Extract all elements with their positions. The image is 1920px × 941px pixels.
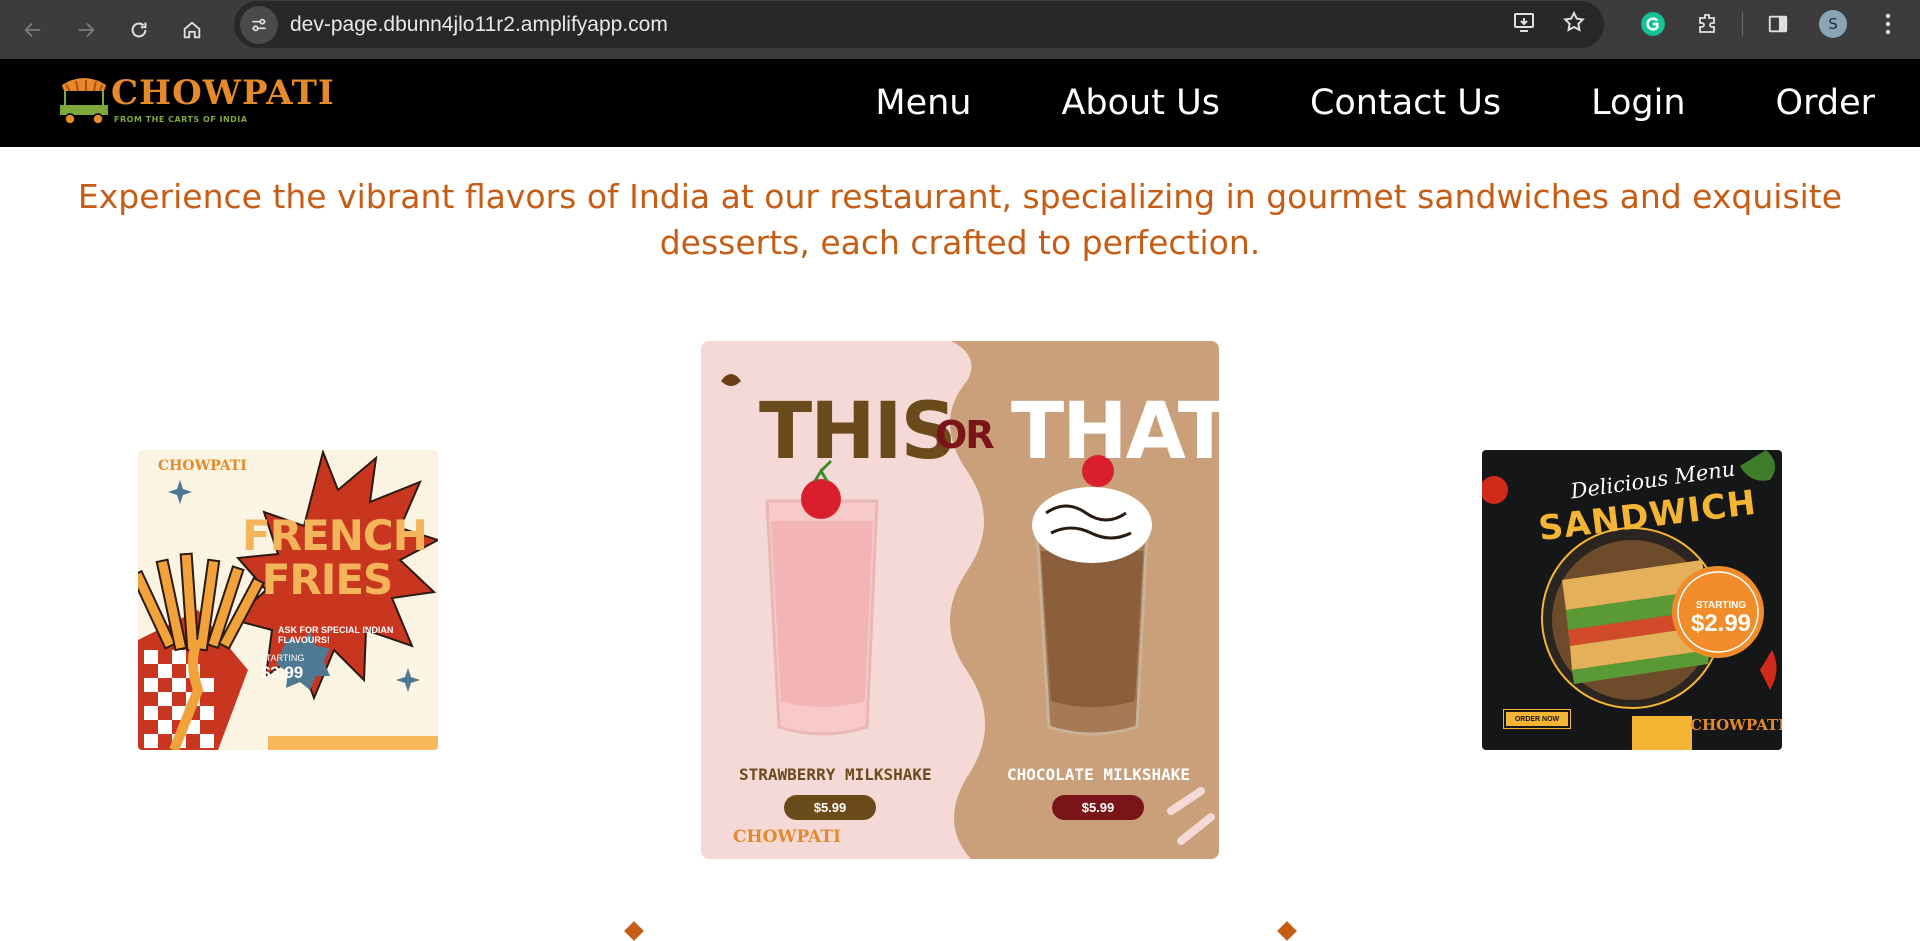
shake-this-word: THIS <box>759 387 957 477</box>
browser-toolbar: dev-page.dbunn4jlo11r2.amplifyapp.com S <box>0 0 1920 59</box>
chocolate-shake-price: $5.99 <box>1052 795 1144 820</box>
section-marker-left <box>624 921 644 941</box>
shake-or-word: OR <box>935 413 995 457</box>
nav-menu[interactable]: Menu <box>875 83 971 123</box>
site-info-icon[interactable] <box>240 5 278 44</box>
bookmark-star-icon[interactable] <box>1562 10 1586 39</box>
shake-logo: CHOWPATI <box>733 827 841 847</box>
fries-logo: CHOWPATI <box>158 458 247 474</box>
milkshake-promo[interactable]: THIS OR THAT STRAWBERRY MILKSHAKE CHOCOL… <box>701 341 1219 859</box>
reload-icon[interactable] <box>119 10 159 50</box>
toolbar-divider <box>1742 12 1743 36</box>
fries-starting-label: STARTING <box>259 653 305 663</box>
food-cart-icon <box>60 78 108 125</box>
fries-price: $3.99 <box>260 663 304 682</box>
back-icon[interactable] <box>13 10 53 50</box>
more-menu-icon[interactable] <box>1868 4 1908 44</box>
sandwich-promo[interactable]: Delicious Menu SANDWICH STARTING $2.99 O… <box>1482 450 1782 750</box>
fries-note: ASK FOR SPECIAL INDIAN FLAVOURS! <box>278 625 394 645</box>
strawberry-shake-price: $5.99 <box>784 795 876 820</box>
site-navbar: CHOWPATI FROM THE CARTS OF INDIA Menu Ab… <box>0 59 1920 147</box>
logo-name: CHOWPATI <box>111 73 335 113</box>
fries-title: FRENCH FRIES <box>242 511 428 604</box>
extensions-icon[interactable] <box>1688 4 1728 44</box>
site-logo[interactable]: CHOWPATI FROM THE CARTS OF INDIA <box>56 71 334 133</box>
sandwich-logo: CHOWPATI <box>1690 716 1782 734</box>
address-bar[interactable]: dev-page.dbunn4jlo11r2.amplifyapp.com <box>234 1 1604 48</box>
forward-icon[interactable] <box>66 10 106 50</box>
section-marker-right <box>1277 921 1297 941</box>
nav-contact-us[interactable]: Contact Us <box>1310 83 1501 123</box>
avatar: S <box>1819 10 1847 38</box>
main-nav: Menu About Us Contact Us Login Order <box>875 59 1875 147</box>
nav-login[interactable]: Login <box>1591 83 1685 123</box>
nav-about-us[interactable]: About Us <box>1061 83 1219 123</box>
sandwich-price: $2.99 <box>1690 610 1752 637</box>
install-app-icon[interactable] <box>1512 10 1536 39</box>
strawberry-shake-name: STRAWBERRY MILKSHAKE <box>739 765 932 784</box>
side-panel-icon[interactable] <box>1758 4 1798 44</box>
logo-tagline: FROM THE CARTS OF INDIA <box>114 115 248 124</box>
nav-order[interactable]: Order <box>1776 83 1875 123</box>
home-icon[interactable] <box>172 10 212 50</box>
grammarly-icon[interactable] <box>1633 4 1673 44</box>
url-text[interactable]: dev-page.dbunn4jlo11r2.amplifyapp.com <box>290 13 668 37</box>
shake-that-word: THAT <box>1011 387 1219 477</box>
profile-avatar[interactable]: S <box>1813 4 1853 44</box>
chocolate-shake-name: CHOCOLATE MILKSHAKE <box>1007 765 1191 784</box>
french-fries-promo[interactable]: CHOWPATI FRENCH FRIES ASK FOR SPECIAL IN… <box>138 450 438 750</box>
sandwich-order-button[interactable]: ORDER NOW <box>1503 709 1571 729</box>
hero-tagline: Experience the vibrant flavors of India … <box>77 177 1843 262</box>
